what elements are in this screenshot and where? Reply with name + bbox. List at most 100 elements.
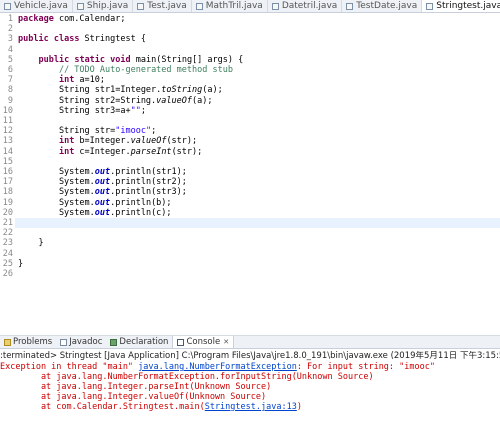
code-line[interactable]: 11 — [0, 116, 500, 126]
code-text[interactable]: System.out.println(b); — [18, 198, 172, 208]
line-number: 20 — [2, 207, 13, 218]
editor-tab-label: Vehicle.java — [14, 1, 68, 11]
code-line[interactable]: 4 — [0, 45, 500, 55]
view-tab-label: Console — [186, 337, 221, 347]
view-tab-bar: Problems Javadoc Declaration Console ✕ — [0, 336, 500, 349]
editor-tab[interactable]: Ship.java — [73, 0, 134, 12]
editor-tab-label: Test.java — [147, 1, 187, 11]
console-text: at java.lang.NumberFormatException.forIn… — [0, 372, 374, 382]
line-number: 26 — [2, 269, 13, 279]
code-line[interactable]: 25} — [0, 259, 500, 269]
editor-tab-label: TestDate.java — [356, 1, 418, 11]
editor-tab[interactable]: Stringtest.java✕ — [422, 0, 500, 12]
editor-tab[interactable]: Vehicle.java — [0, 0, 73, 12]
console-output[interactable]: Exception in thread "main" java.lang.Num… — [0, 362, 500, 438]
line-number: 24 — [2, 248, 13, 259]
code-line[interactable]: 13 int b=Integer.valueOf(str); — [0, 136, 500, 146]
line-number: 15 — [2, 156, 13, 167]
code-line[interactable]: 2 — [0, 24, 500, 34]
problems-icon — [4, 338, 11, 346]
code-text[interactable]: } — [18, 259, 23, 269]
code-text[interactable]: // TODO Auto-generated method stub — [18, 65, 233, 75]
tab-problems[interactable]: Problems — [0, 336, 56, 348]
code-line[interactable]: 5 public static void main(String[] args)… — [0, 55, 500, 65]
view-tab-label: Problems — [13, 337, 53, 347]
code-line[interactable]: 17 System.out.println(str2); — [0, 177, 500, 187]
code-line[interactable]: 15 — [0, 157, 500, 167]
editor-tab-label: Stringtest.java — [436, 1, 500, 11]
code-text[interactable]: String str1=Integer.toString(a); — [18, 85, 223, 95]
line-number: 7 — [7, 75, 13, 86]
code-text[interactable]: int a=10; — [18, 75, 105, 85]
code-text[interactable]: System.out.println(str1); — [18, 167, 187, 177]
code-text[interactable]: } — [18, 238, 43, 248]
code-text[interactable]: String str2=String.valueOf(a); — [18, 96, 213, 106]
editor-tab[interactable]: Datetril.java — [268, 0, 343, 12]
code-line[interactable]: 9 String str2=String.valueOf(a); — [0, 96, 500, 106]
javadoc-icon — [60, 338, 68, 346]
code-text[interactable]: package com.Calendar; — [18, 14, 125, 24]
console-text: at java.lang.Integer.parseInt(Unknown So… — [0, 382, 272, 392]
code-text[interactable]: System.out.println(str3); — [18, 187, 187, 197]
console-icon — [177, 338, 185, 346]
code-line[interactable]: 18 System.out.println(str3); — [0, 187, 500, 197]
stacktrace-link[interactable]: java.lang.NumberFormatException — [138, 362, 297, 372]
code-text[interactable]: System.out.println(c); — [18, 208, 172, 218]
line-number: 25 — [2, 258, 13, 269]
code-line[interactable]: 1 package com.Calendar; — [0, 14, 500, 24]
tab-console[interactable]: Console ✕ — [172, 336, 235, 348]
console-text: at com.Calendar.Stringtest.main( — [0, 402, 205, 412]
code-line[interactable]: 6 // TODO Auto-generated method stub — [0, 65, 500, 75]
close-icon[interactable]: ✕ — [223, 338, 229, 346]
console-line: at java.lang.Integer.valueOf(Unknown Sou… — [0, 392, 500, 402]
console-line: at com.Calendar.Stringtest.main(Stringte… — [0, 402, 500, 412]
editor-tab[interactable]: TestDate.java — [342, 0, 423, 12]
code-line[interactable]: 16 System.out.println(str1); — [0, 167, 500, 177]
code-line[interactable]: 12 String str="imooc"; — [0, 126, 500, 136]
code-line[interactable]: 14 int c=Integer.parseInt(str); — [0, 147, 500, 157]
line-number: 18 — [2, 187, 13, 198]
code-line[interactable]: 7 int a=10; — [0, 75, 500, 85]
line-number: 17 — [2, 177, 13, 188]
declaration-icon — [110, 338, 118, 346]
code-line[interactable]: 19 System.out.println(b); — [0, 198, 500, 208]
code-text[interactable]: String str3=a+""; — [18, 106, 146, 116]
line-number: 11 — [2, 116, 13, 126]
code-line[interactable]: 24 — [0, 249, 500, 259]
code-text[interactable]: public class Stringtest { — [18, 34, 146, 44]
line-number: 10 — [2, 105, 13, 116]
line-number: 12 — [2, 126, 13, 137]
editor-tab-bar: Vehicle.java Ship.java Test.java MathTril.j… — [0, 0, 500, 13]
tab-javadoc[interactable]: Javadoc — [56, 336, 106, 348]
code-editor[interactable]: 1 package com.Calendar; 2 3 public class Str… — [0, 13, 500, 335]
code-text[interactable]: int b=Integer.valueOf(str); — [18, 136, 197, 146]
code-line[interactable]: 10 String str3=a+""; — [0, 106, 500, 116]
code-text[interactable]: String str="imooc"; — [18, 126, 156, 136]
editor-tab[interactable]: MathTril.java — [192, 0, 268, 12]
code-line[interactable]: 20 System.out.println(c); — [0, 208, 500, 218]
java-file-icon — [4, 2, 11, 10]
editor-tab[interactable]: Test.java — [133, 0, 192, 12]
line-number: 5 — [7, 54, 13, 65]
line-number: 22 — [2, 228, 13, 239]
tab-declaration[interactable]: Declaration — [106, 336, 172, 348]
code-line[interactable]: 21 — [0, 218, 500, 228]
code-text[interactable]: int c=Integer.parseInt(str); — [18, 147, 202, 157]
code-line[interactable]: 8 String str1=Integer.toString(a); — [0, 85, 500, 95]
line-number: 3 — [7, 34, 13, 45]
code-text[interactable]: public static void main(String[] args) { — [18, 55, 243, 65]
stacktrace-link[interactable]: Stringtest.java:13 — [205, 402, 297, 412]
console-text: Exception in thread "main" — [0, 362, 139, 372]
java-file-icon — [271, 2, 279, 10]
console-line: at java.lang.Integer.parseInt(Unknown So… — [0, 382, 500, 392]
java-file-icon — [346, 2, 354, 10]
code-line[interactable]: 23 } — [0, 238, 500, 248]
code-line[interactable]: 3 public class Stringtest { — [0, 34, 500, 44]
line-number: 8 — [7, 85, 13, 96]
code-line[interactable]: 22 — [0, 228, 500, 238]
code-line[interactable]: 26 — [0, 269, 500, 279]
java-file-icon — [76, 2, 84, 10]
code-text[interactable]: System.out.println(str2); — [18, 177, 187, 187]
line-number: 19 — [2, 197, 13, 208]
line-number: 14 — [2, 146, 13, 157]
